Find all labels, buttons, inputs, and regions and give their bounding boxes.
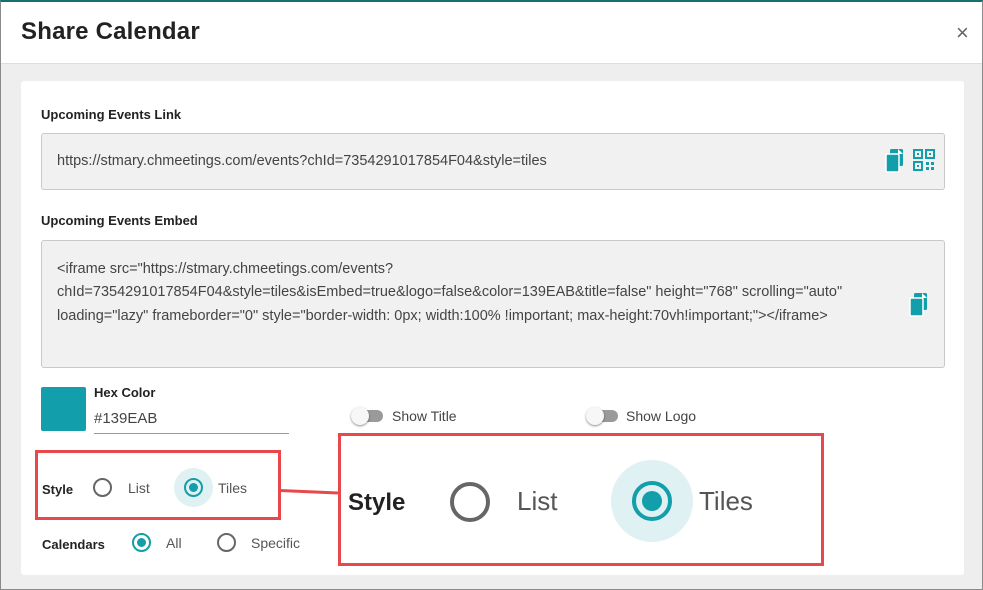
hex-color-input[interactable] xyxy=(94,404,289,434)
radio-dot xyxy=(137,538,146,547)
zoom-radio-dot xyxy=(642,491,662,511)
toggle-knob xyxy=(586,407,604,425)
zoom-tiles-radio xyxy=(632,481,672,521)
events-embed-value: <iframe src="https://stmary.chmeetings.c… xyxy=(57,261,843,324)
events-embed-field[interactable]: <iframe src="https://stmary.chmeetings.c… xyxy=(41,240,945,368)
dialog-title: Share Calendar xyxy=(21,18,200,45)
events-embed-label: Upcoming Events Embed xyxy=(41,213,198,228)
style-highlight-box xyxy=(35,450,281,520)
calendars-label: Calendars xyxy=(42,537,105,552)
zoom-tiles-label: Tiles xyxy=(699,486,753,516)
calendars-all-radio[interactable] xyxy=(132,533,151,552)
hex-color-label: Hex Color xyxy=(94,385,156,400)
show-logo-label: Show Logo xyxy=(626,408,697,424)
show-title-label: Show Title xyxy=(392,408,457,424)
zoom-style-label: Style xyxy=(348,489,406,516)
dialog-header: Share Calendar × xyxy=(1,2,982,64)
events-link-label: Upcoming Events Link xyxy=(41,107,182,122)
events-link-field[interactable]: https://stmary.chmeetings.com/events?chI… xyxy=(41,133,945,190)
toggle-knob xyxy=(351,407,369,425)
zoom-list-label: List xyxy=(517,486,558,516)
qr-code-icon[interactable] xyxy=(913,149,935,171)
close-icon[interactable]: × xyxy=(956,22,969,44)
copy-icon[interactable] xyxy=(884,148,908,174)
calendars-specific-label: Specific xyxy=(251,535,301,551)
style-zoom-callout: Style List Tiles xyxy=(338,433,824,566)
copy-icon[interactable] xyxy=(908,292,932,318)
calendars-all-label: All xyxy=(166,535,182,551)
zoom-list-radio xyxy=(450,482,490,522)
calendars-specific-radio[interactable] xyxy=(217,533,236,552)
events-link-value: https://stmary.chmeetings.com/events?chI… xyxy=(57,153,547,169)
color-swatch[interactable] xyxy=(41,387,86,431)
